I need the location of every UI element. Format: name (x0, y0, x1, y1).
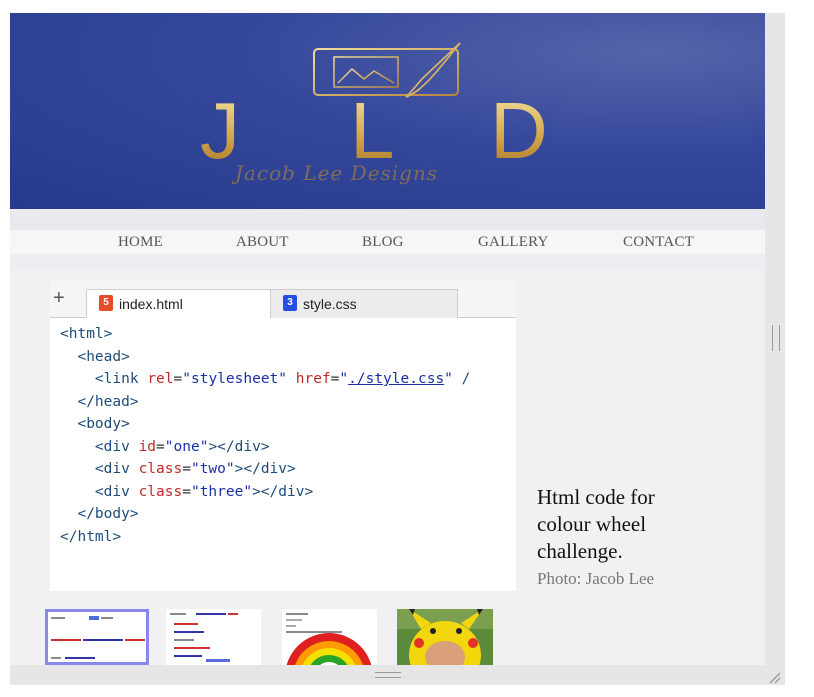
tab-style-css[interactable]: 3 style.css (270, 289, 458, 318)
thumbnail-1[interactable] (45, 609, 149, 665)
nav-about[interactable]: ABOUT (236, 234, 289, 251)
thumbnail-2[interactable] (166, 609, 261, 665)
scroll-grip-icon[interactable] (375, 672, 401, 678)
css3-icon: 3 (283, 295, 297, 311)
main-nav: HOME ABOUT BLOG GALLERY CONTACT (10, 230, 765, 254)
editor-tabbar: + 5 index.html 3 style.css (50, 281, 516, 318)
code-listing: <html> <head> <link rel="stylesheet" hre… (60, 326, 471, 545)
html5-icon: 5 (99, 295, 113, 311)
site-banner: J L D Jacob Lee Designs (10, 13, 765, 209)
thumbnail-4[interactable] (397, 609, 493, 665)
add-tab-button[interactable]: + (53, 287, 65, 310)
banner-separator (10, 209, 765, 230)
tab-label: style.css (303, 296, 357, 312)
nav-home[interactable]: HOME (118, 234, 163, 251)
nav-gallery[interactable]: GALLERY (478, 234, 549, 251)
nav-blog[interactable]: BLOG (362, 234, 404, 251)
nav-contact[interactable]: CONTACT (623, 234, 694, 251)
scroll-grip-icon[interactable] (772, 325, 780, 351)
image-caption: Html code for colour wheel challenge. (537, 485, 655, 563)
logo-letter-d: D (490, 86, 548, 175)
nav-separator (10, 254, 765, 270)
logo-script: Jacob Lee Designs (235, 161, 439, 185)
resize-handle-icon[interactable] (767, 670, 781, 684)
tab-label: index.html (119, 296, 183, 312)
gallery-main-image[interactable]: + 5 index.html 3 style.css <html> <head>… (50, 281, 516, 591)
photo-credit: Photo: Jacob Lee (537, 569, 655, 588)
thumbnail-3[interactable] (282, 609, 377, 665)
logo-letter-l: L (350, 86, 395, 175)
tab-index-html[interactable]: 5 index.html (86, 289, 278, 318)
horizontal-scrollbar[interactable] (10, 665, 785, 685)
vertical-scrollbar[interactable] (765, 13, 785, 665)
page-frame: J L D Jacob Lee Designs HOME ABOUT BLOG … (10, 13, 765, 665)
logo-letter-j: J (200, 86, 240, 175)
